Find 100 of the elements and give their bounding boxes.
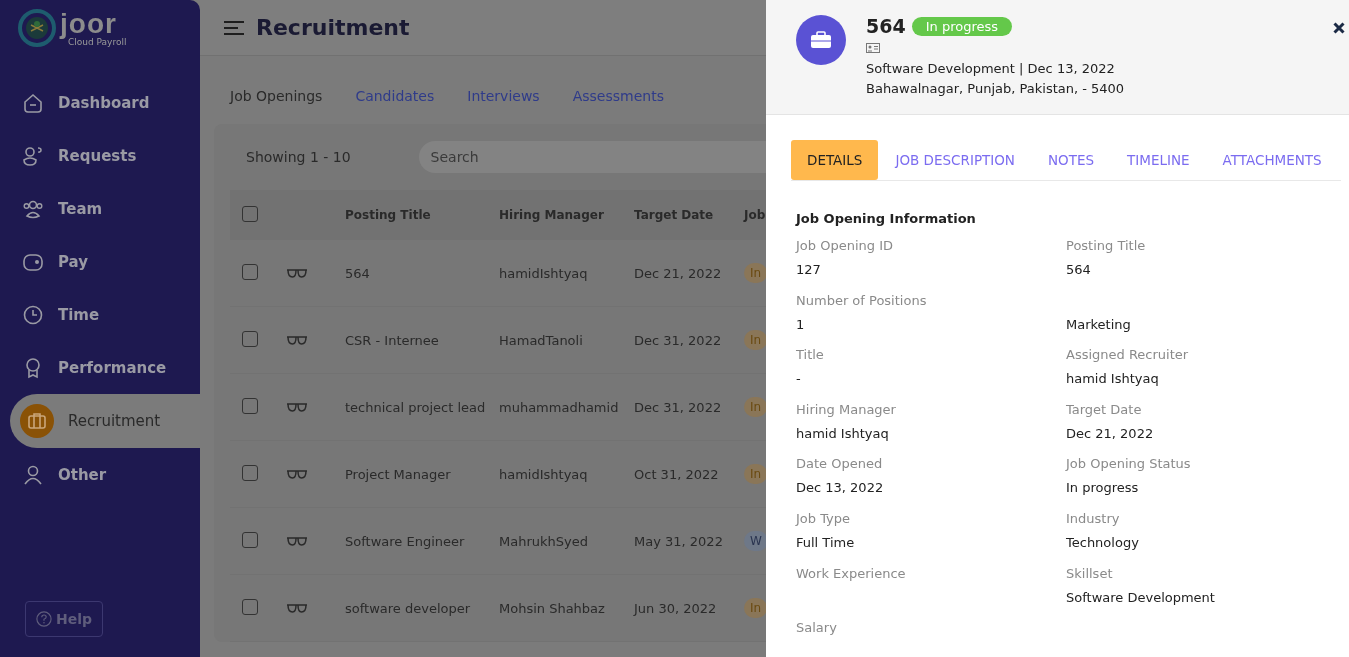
sidebar-item[interactable]: Team [0,182,200,235]
column-header: Posting Title [345,208,432,222]
checkbox[interactable] [242,531,258,548]
checkbox[interactable] [242,263,258,280]
logo-text: joor [60,9,117,38]
tab[interactable]: Candidates [355,84,435,104]
field-value: Technology [1066,534,1140,550]
tab[interactable]: ATTACHMENTS [1206,140,1338,180]
checkbox[interactable] [242,598,258,615]
sidebar-item[interactable]: Time [0,288,200,341]
table-cell-text: hamidIshtyaq [499,265,589,281]
showing-count: Showing 1 - 10 [246,149,351,165]
home-icon [22,91,44,114]
help-button[interactable]: Help [25,600,103,637]
table-cell-text: May 31, 2022 [634,533,724,549]
field-label: Skillset [1066,565,1114,583]
field-value: Dec 13, 2022 [796,480,885,496]
status-badge: In [744,598,766,618]
tab[interactable]: TIMELINE [1111,140,1206,180]
glasses-icon[interactable] [286,536,308,546]
table-cell-text: technical project lead [345,399,487,415]
glasses-icon[interactable] [286,335,308,345]
status-badge: In [744,464,766,484]
checkbox[interactable] [242,330,258,347]
field-label: Target Date [1066,401,1143,419]
status-badge: In [744,263,766,283]
field-label: Posting Title [1066,238,1147,255]
tab[interactable]: Interviews [467,84,540,104]
column-header: Job [744,208,766,222]
column-header: Hiring Manager [499,208,605,222]
table-cell-text: software developer [345,600,472,616]
briefcase-icon [20,404,54,438]
field-value: 127 [796,262,822,277]
status-badge: In [744,397,766,417]
table-cell-text: CSR - Internee [345,332,440,348]
glasses-icon[interactable] [286,603,308,613]
section-title: Job Opening Information [796,211,977,226]
job-address: Bahawalnagar, Punjab, Pakistan, - 5400 [866,80,1126,98]
table-cell-text: Dec 31, 2022 [634,399,723,415]
status-badge: In progress [911,16,1012,36]
person-question-icon [22,144,44,167]
job-subtitle: Software Development | Dec 13, 2022 [866,60,1116,78]
field-value: 564 [1066,262,1092,277]
column-header: Target Date [634,208,715,222]
field-value: 1 [796,316,806,332]
tab[interactable]: NOTES [1032,140,1111,180]
sidebar-item[interactable]: Performance [0,341,200,394]
search-field[interactable]: Search [418,141,766,173]
field-label: Number of Positions [796,292,928,310]
table-cell-text: muhammadhamid [499,399,620,415]
status-badge: In [744,330,766,350]
sidebar-item[interactable]: Requests [0,129,200,182]
table-cell-text: HamadTanoli [499,332,584,348]
field-label: Industry [1066,510,1121,528]
field-value: hamid Ishtyaq [1066,371,1160,387]
glasses-icon[interactable] [286,469,308,479]
tab[interactable]: Job Openings [230,84,323,104]
table-cell-text: 564 [345,265,371,281]
help-icon [36,609,52,628]
close-icon[interactable] [1333,22,1345,34]
tab[interactable]: Assessments [572,84,664,104]
field-value: In progress [1066,480,1140,496]
logo-subtitle: Cloud Payroll [68,37,127,47]
field-label: Title [796,347,825,365]
field-label: Hiring Manager [796,401,897,419]
glasses-icon[interactable] [286,268,308,278]
menu-icon[interactable] [224,20,244,35]
field-label: Work Experience [796,565,907,583]
sidebar-item[interactable]: Other [0,448,200,501]
field-value: Marketing [1066,316,1132,332]
table-cell-text: Mohsin Shahbaz [499,600,606,616]
table-cell-text: Jun 30, 2022 [634,600,718,616]
table-cell-text: Dec 21, 2022 [634,265,723,281]
table-cell-text: Dec 31, 2022 [634,332,723,348]
job-title: 564 [866,15,906,37]
sidebar-item[interactable]: Dashboard [0,76,200,129]
glasses-icon[interactable] [286,402,308,412]
tab[interactable]: JOB DESCRIPTION [879,140,1031,180]
field-label: Job Opening Status [1066,456,1192,474]
sidebar-item[interactable]: Pay [0,235,200,288]
field-value: Full Time [796,534,856,550]
checkbox[interactable] [242,205,258,222]
field-label: Job Opening ID [796,238,894,255]
checkbox[interactable] [242,464,258,481]
table-cell-text: MahrukhSyed [499,533,589,549]
status-badge: W [744,531,766,551]
table-cell-text: Software Engineer [345,533,466,549]
briefcase-icon [796,15,846,65]
field-label: Job Type [796,510,852,528]
field-label: Assigned Recruiter [1066,347,1190,365]
field-value: hamid Ishtyaq [796,425,890,441]
table-cell-text: hamidIshtyaq [499,466,589,482]
checkbox[interactable] [242,397,258,414]
page-title: Recruitment [256,15,410,40]
field-value: Dec 21, 2022 [1066,425,1155,441]
sidebar-item[interactable]: Recruitment [10,394,200,448]
field-value: Software Development [1066,589,1216,605]
user-icon [22,463,44,486]
field-value: - [796,371,802,387]
tab[interactable]: DETAILS [791,140,879,180]
